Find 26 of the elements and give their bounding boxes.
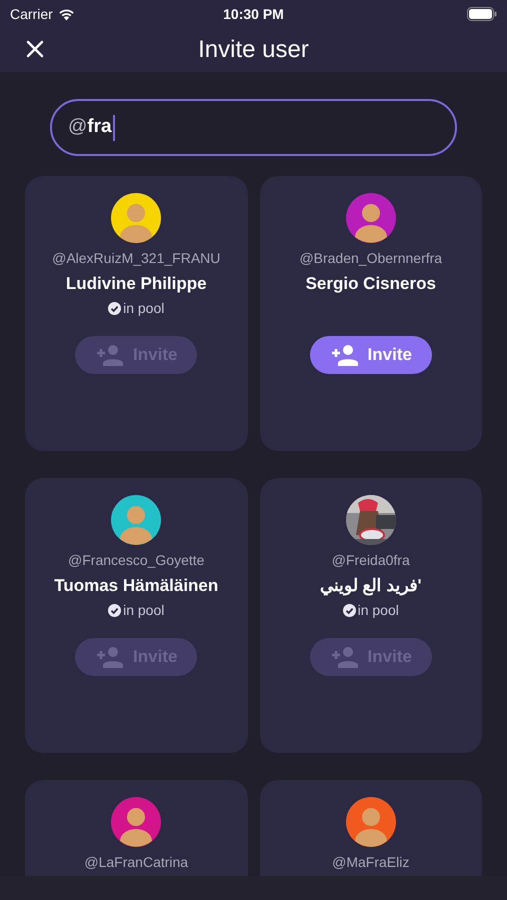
invite-button[interactable]: Invite (310, 336, 432, 374)
username-text: @Freida0fra (332, 551, 410, 570)
in-pool-label: in pool (123, 601, 164, 620)
close-button[interactable] (24, 38, 46, 60)
add-person-icon (330, 646, 358, 668)
add-person-icon (95, 344, 124, 366)
close-icon (26, 40, 44, 58)
in-pool-label: in pool (358, 601, 399, 620)
add-person-icon (95, 646, 124, 668)
carrier-label: Carrier (10, 4, 53, 24)
display-name: فريد الع لويني' (320, 575, 422, 598)
username-text: @LaFranCatrina (84, 853, 188, 872)
display-name: Sergio Cisneros (306, 273, 436, 295)
username-text: @Francesco_Goyette (68, 551, 204, 570)
display-name: Ludivine Philippe (66, 273, 207, 295)
search-field[interactable]: @fra (50, 99, 457, 156)
username-text: @MaFraEliz (332, 853, 410, 872)
wifi-icon (58, 8, 75, 20)
in-pool-label: in pool (123, 299, 164, 318)
clock-time: 10:30 PM (223, 4, 284, 24)
username-text: @AlexRuizM_321_FRANU (52, 249, 220, 268)
add-person-icon (330, 344, 358, 366)
username-text: @Braden_Obernnerfra (299, 249, 442, 268)
display-name: Tuomas Hämäläinen (54, 575, 218, 597)
battery-icon (467, 7, 497, 21)
screen-title: Invite user (198, 35, 309, 65)
